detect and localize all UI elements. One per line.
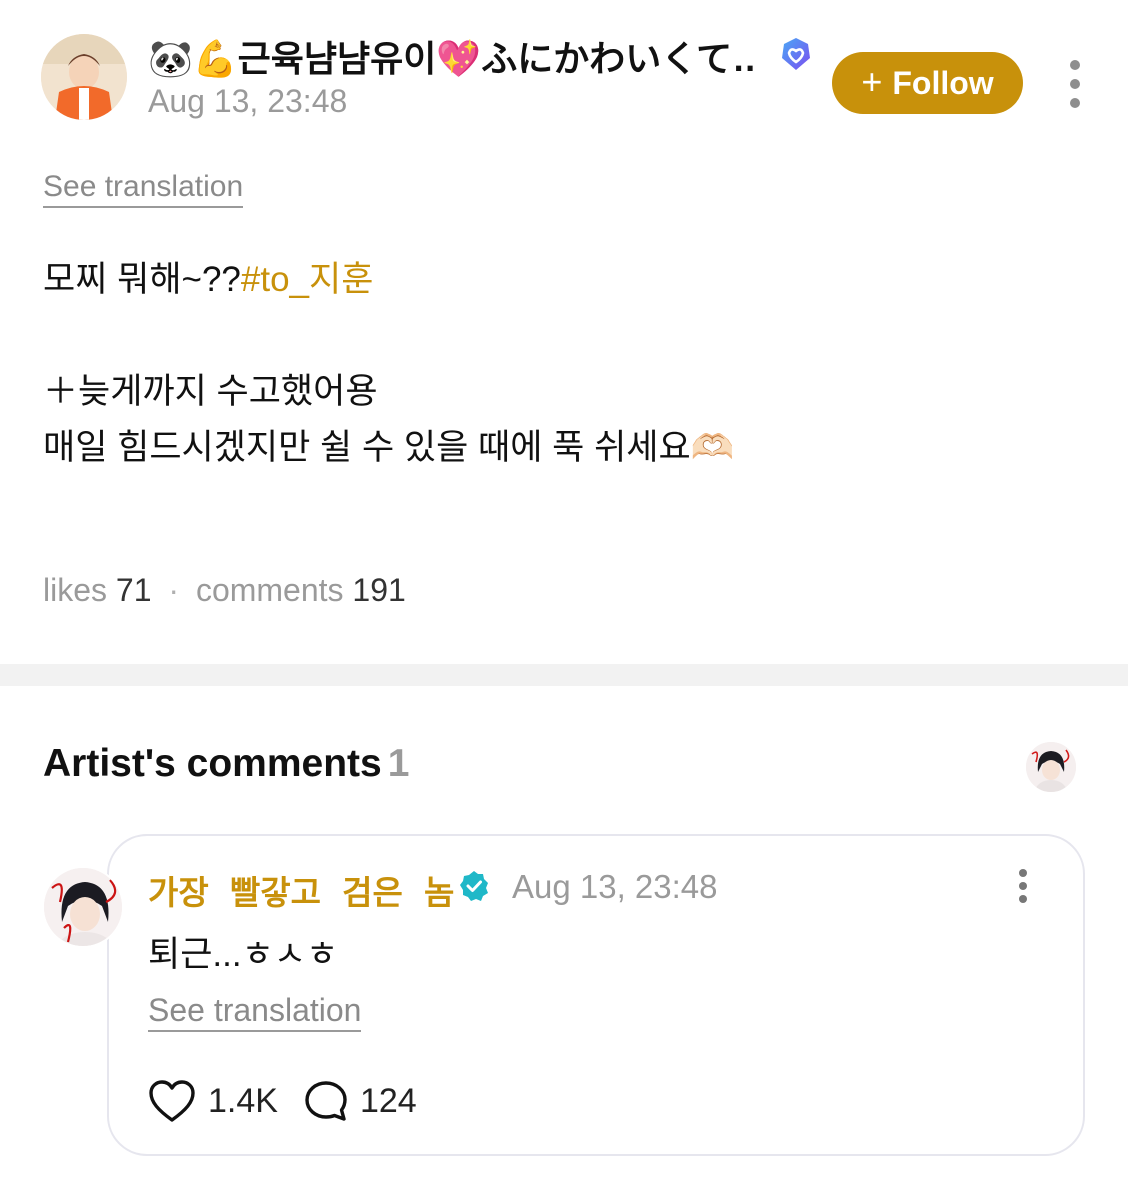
post-stats: likes 71 · comments 191 — [43, 572, 406, 609]
author-name-suffix: ふにかわいくて… — [481, 38, 758, 79]
stats-separator: · — [168, 572, 180, 608]
post-body: 모찌 뭐해~??#to_지훈 ＋늦게까지 수고했어용 매일 힘드시겠지만 쉴 수… — [43, 252, 734, 476]
follow-label: Follow — [892, 64, 994, 101]
post-header: 🐼💪근육냠냠유이💖ふにかわいくて… Aug 13, 23:48 + Follow — [0, 0, 1128, 140]
heart-icon — [149, 1080, 195, 1122]
post-timestamp: Aug 13, 23:48 — [148, 83, 348, 119]
likes-count: 71 — [115, 572, 152, 608]
author-avatar[interactable] — [41, 34, 127, 120]
comment-bubble-icon — [305, 1081, 347, 1121]
comment-see-translation-link[interactable]: See translation — [148, 992, 362, 1032]
commenter-avatar[interactable] — [42, 866, 124, 948]
post-line-3: 매일 힘드시겠지만 쉴 수 있을 때에 푹 쉬세요🫶🏻 — [43, 428, 735, 467]
hashtag-link[interactable]: #to_지훈 — [241, 260, 374, 299]
commenter-name[interactable]: 가장 빨갛고 검은 놈 — [148, 866, 454, 914]
more-options-icon[interactable] — [1058, 56, 1092, 112]
author-emoji-heart: 💖 — [436, 38, 482, 79]
comment-timestamp: Aug 13, 23:48 — [512, 868, 718, 905]
verified-check-icon — [458, 870, 490, 902]
author-emoji: 🐼💪 — [148, 38, 238, 79]
see-translation-link[interactable]: See translation — [43, 170, 244, 208]
author-name-text: 근육냠냠유이 — [237, 38, 437, 79]
author-name[interactable]: 🐼💪근육냠냠유이💖ふにかわいくて… — [148, 30, 758, 82]
like-action[interactable]: 1.4K — [148, 1079, 278, 1123]
section-divider — [0, 664, 1128, 686]
post-text: 모찌 뭐해~?? — [43, 260, 241, 299]
comment-actions: 1.4K 124 — [148, 1076, 443, 1126]
artist-comments-label: Artist's comments — [43, 742, 382, 785]
artist-comments-count: 1 — [387, 742, 410, 785]
follow-button[interactable]: + Follow — [832, 52, 1023, 114]
reply-action[interactable]: 124 — [304, 1080, 417, 1122]
post-line-1: 모찌 뭐해~??#to_지훈 — [43, 252, 734, 308]
comments-count[interactable]: 191 — [352, 572, 405, 608]
post-line-2: ＋늦게까지 수고했어용 — [43, 372, 378, 411]
likes-label: likes — [43, 572, 108, 608]
reply-count: 124 — [359, 1081, 417, 1120]
like-count: 1.4K — [208, 1081, 278, 1120]
artist-comments-title: Artist's comments 1 — [43, 742, 409, 786]
comment-more-icon[interactable] — [1006, 868, 1040, 904]
comment-text: 퇴근...ㅎㅅㅎ — [148, 935, 339, 974]
post-line-blank — [43, 308, 734, 364]
plus-icon: + — [861, 60, 883, 102]
comments-label[interactable]: comments — [196, 572, 344, 608]
verified-badge-icon — [778, 36, 814, 72]
artist-avatar-thumb[interactable] — [1026, 742, 1076, 792]
